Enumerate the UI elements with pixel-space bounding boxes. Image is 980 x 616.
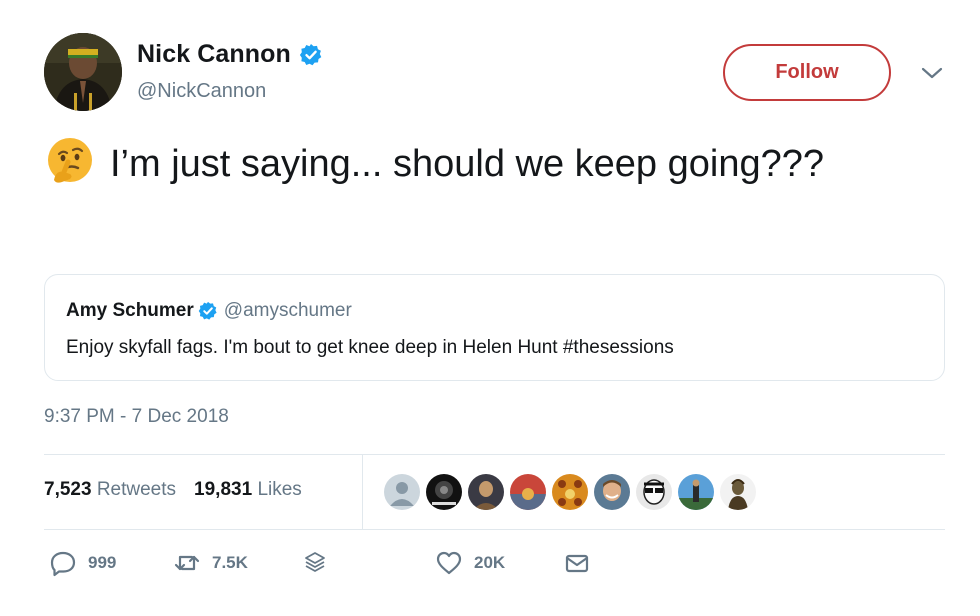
author-name-row[interactable]: Nick Cannon (137, 40, 323, 69)
tweet-body: I’m just saying... should we keep going?… (110, 143, 824, 185)
divider (44, 454, 945, 455)
quoted-handle: @amyschumer (223, 300, 352, 321)
stack-action[interactable] (300, 548, 330, 578)
retweet-icon (174, 555, 200, 571)
smiling-man-avatar[interactable] (592, 472, 632, 512)
author-avatar[interactable] (44, 33, 122, 111)
follow-button[interactable]: Follow (723, 44, 891, 101)
tweet-actions: 999 7.5K 20K (44, 548, 644, 588)
pattern-avatar[interactable] (550, 472, 590, 512)
thinking-face-icon (48, 138, 92, 183)
quoted-tweet-text: Enjoy skyfall fags. I'm bout to get knee… (66, 337, 674, 358)
reply-icon (50, 551, 76, 577)
default-avatar[interactable] (382, 472, 422, 512)
retweets-count: 7,523 (44, 479, 92, 500)
statue-avatar[interactable] (718, 472, 758, 512)
mail-icon (565, 554, 589, 573)
retweet-action[interactable]: 7.5K (172, 548, 248, 578)
author-handle[interactable]: @NickCannon (137, 80, 266, 103)
reply-count: 999 (88, 553, 117, 572)
retweet-count: 7.5K (212, 553, 248, 572)
like-count: 20K (474, 553, 506, 572)
stats-divider (362, 455, 363, 529)
verified-badge-icon (198, 301, 217, 320)
quoted-tweet-card[interactable]: Amy Schumer @amyschumer Enjoy skyfall fa… (44, 274, 945, 381)
likes-stat[interactable]: 19,831 Likes (194, 479, 302, 501)
tweet-stats: 7,523 Retweets 19,831 Likes (44, 479, 302, 501)
liker-avatars (382, 472, 758, 512)
album-avatar[interactable] (424, 472, 464, 512)
quoted-display-name: Amy Schumer (66, 300, 194, 321)
message-action[interactable] (562, 548, 592, 578)
quoted-tweet-header: Amy Schumer @amyschumer (66, 300, 352, 322)
likes-count: 19,831 (194, 479, 253, 500)
author-avatar-image (44, 33, 122, 111)
sunset-avatar[interactable] (508, 472, 548, 512)
portrait-avatar[interactable] (466, 472, 506, 512)
stack-icon (305, 552, 325, 572)
verified-badge-icon (299, 43, 322, 65)
retweets-label: Retweets (96, 479, 177, 500)
retweets-stat[interactable]: 7,523 Retweets (44, 479, 176, 501)
author-display-name[interactable]: Nick Cannon (137, 40, 291, 69)
heart-icon (436, 551, 462, 575)
likes-label: Likes (257, 479, 302, 500)
sunglasses-avatar[interactable] (634, 472, 674, 512)
like-action[interactable]: 20K (434, 548, 505, 578)
reply-action[interactable]: 999 (48, 548, 116, 578)
chevron-down-icon[interactable] (919, 64, 945, 82)
outdoor-avatar[interactable] (676, 472, 716, 512)
tweet-timestamp[interactable]: 9:37 PM - 7 Dec 2018 (44, 406, 229, 428)
tweet-text: I’m just saying... should we keep going?… (44, 136, 904, 191)
divider (44, 529, 945, 530)
